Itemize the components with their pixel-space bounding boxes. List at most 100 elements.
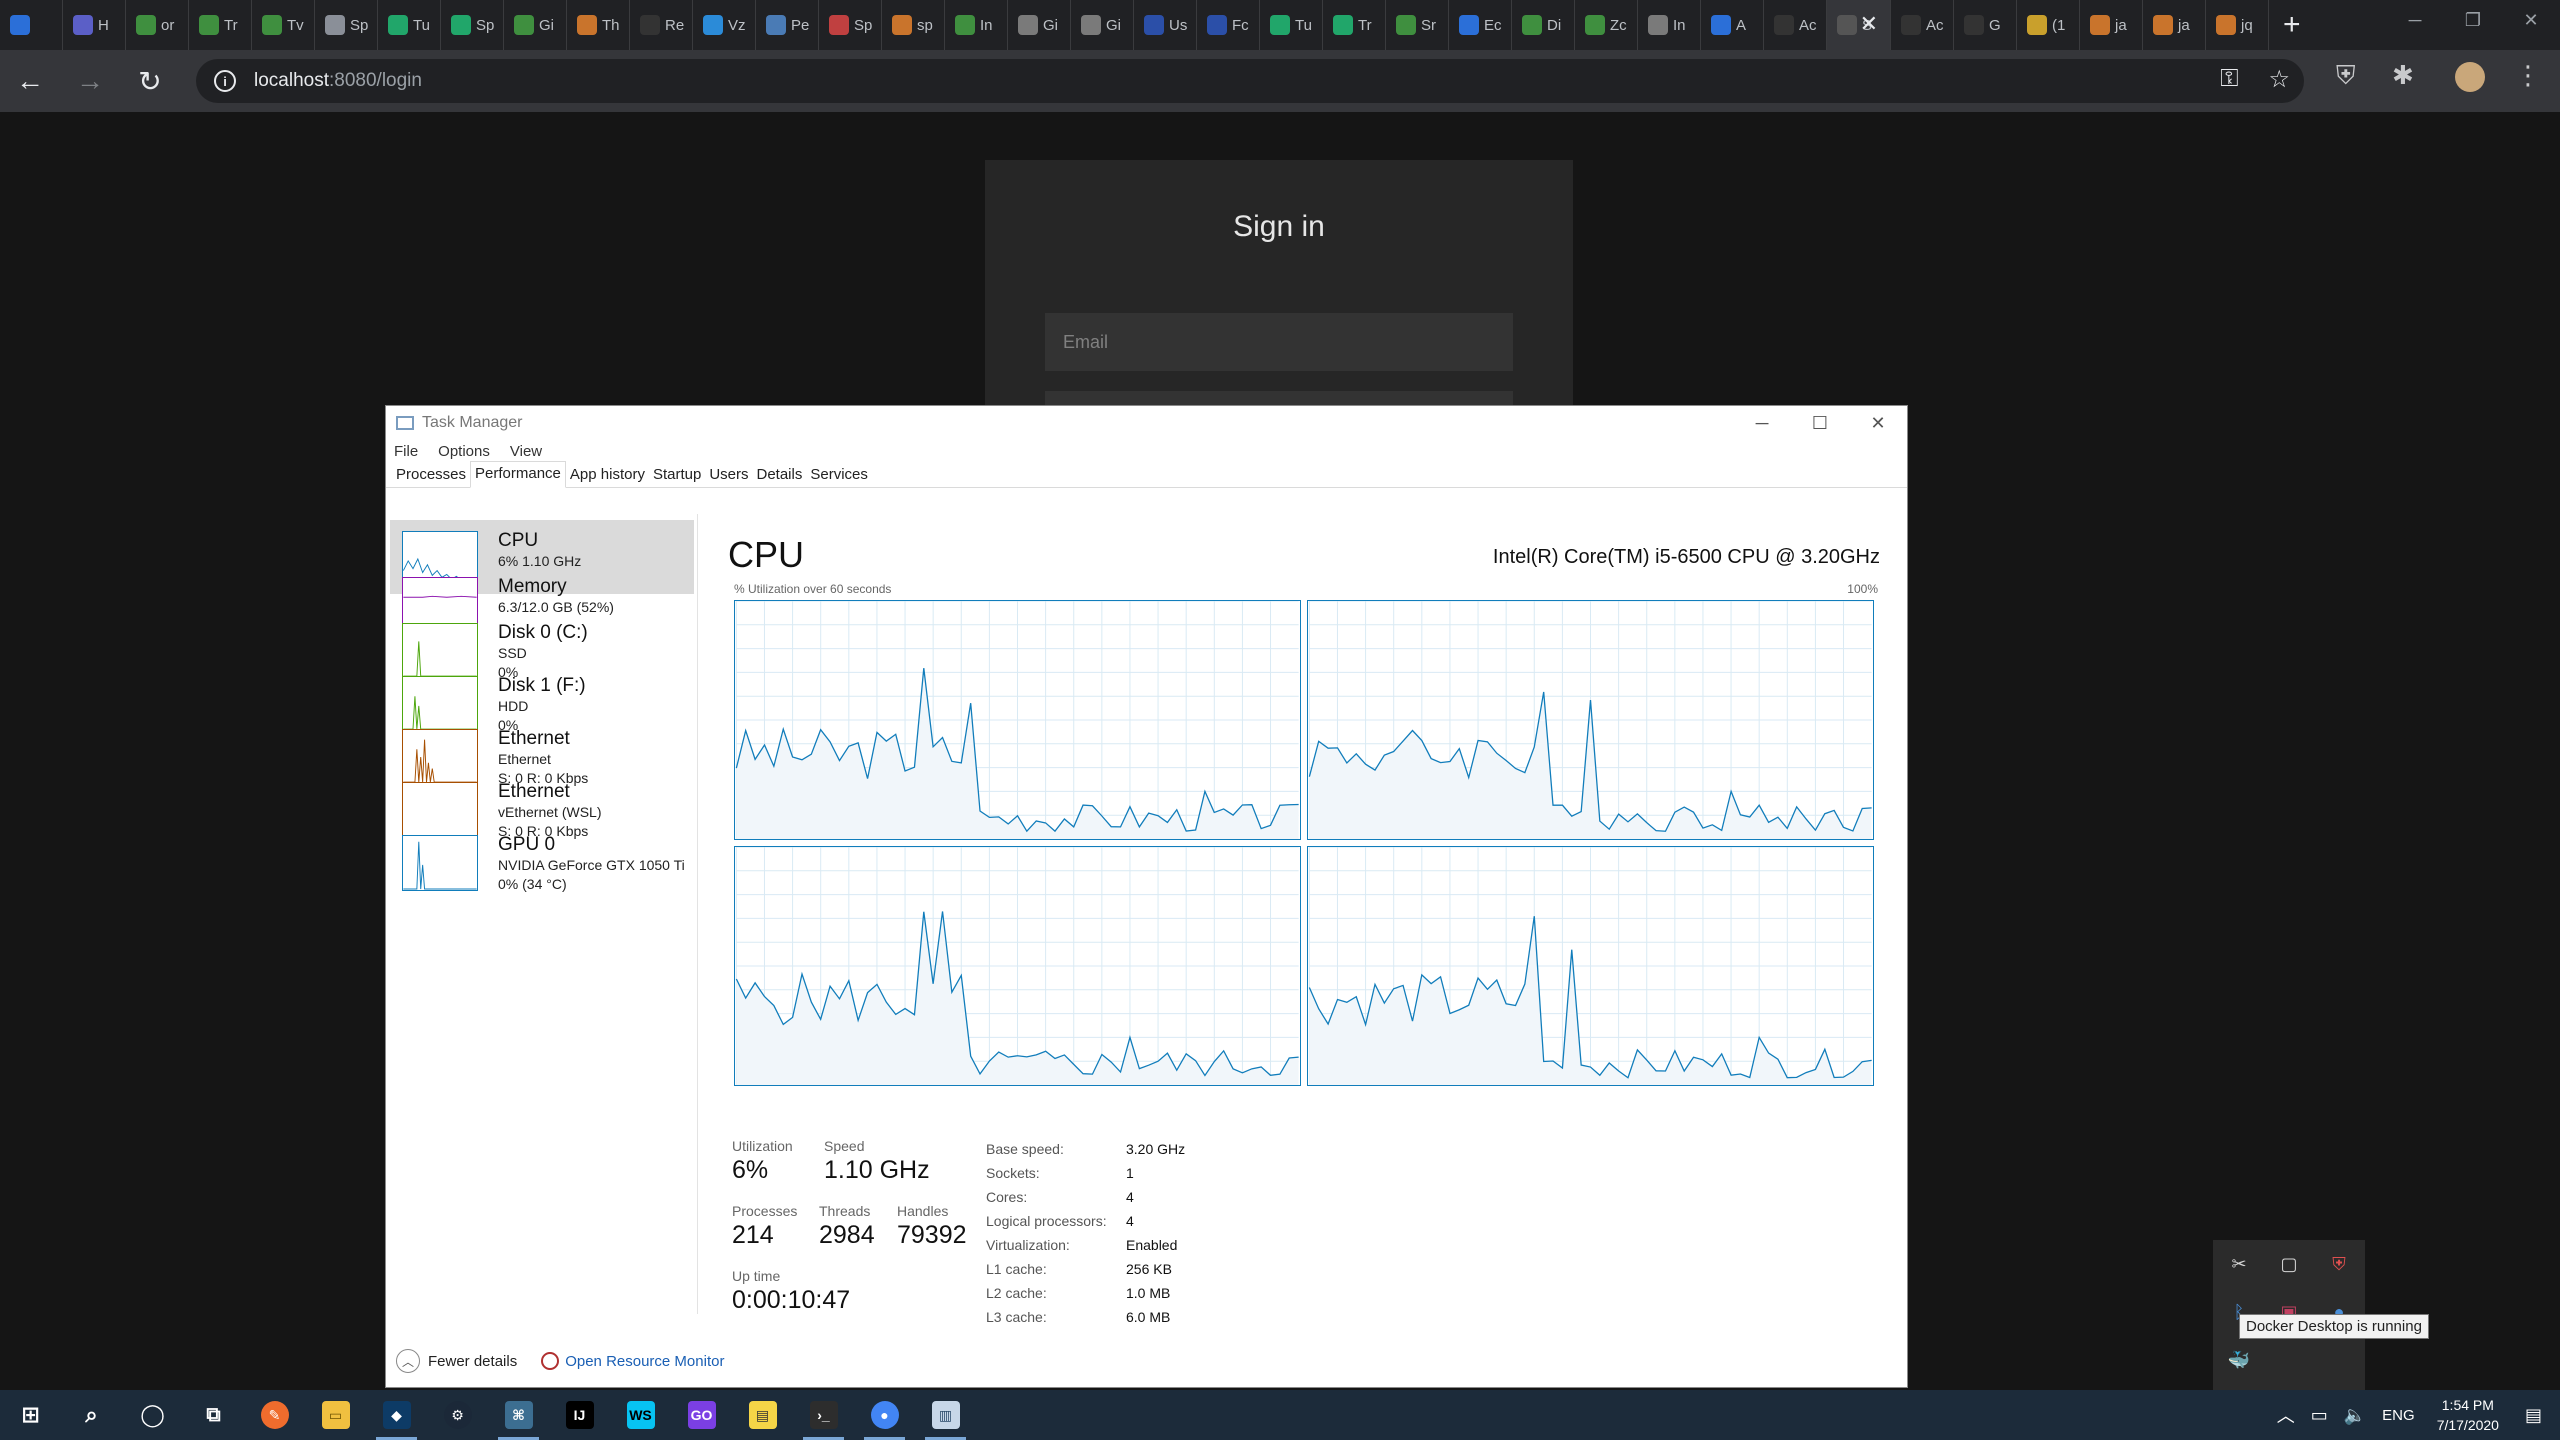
browser-tab[interactable]: Gi [1008, 0, 1071, 50]
forward-button[interactable]: → [60, 65, 120, 97]
minimize-icon[interactable]: ─ [2386, 0, 2444, 40]
browser-tab[interactable]: Th [567, 0, 630, 50]
browser-tab[interactable]: Zc [1575, 0, 1638, 50]
dbeaver-icon[interactable]: ⌘ [488, 1390, 549, 1440]
tm-menu-options[interactable]: Options [438, 443, 490, 460]
browser-tab[interactable]: In [1638, 0, 1701, 50]
email-field[interactable]: Email [1045, 313, 1513, 371]
terminal-icon[interactable]: ›_ [793, 1390, 854, 1440]
browser-tab[interactable]: Tr [1323, 0, 1386, 50]
browser-tab[interactable]: Sp [441, 0, 504, 50]
menu-kebab-icon[interactable]: ⋮ [2515, 60, 2541, 91]
clock[interactable]: 1:54 PM 7/17/2020 [2437, 1395, 2499, 1435]
browser-tab[interactable]: Tr [189, 0, 252, 50]
tab-favicon-icon [136, 15, 156, 35]
goland-icon[interactable]: GO [671, 1390, 732, 1440]
square-icon[interactable]: ▢ [2277, 1252, 2301, 1276]
site-info-icon[interactable]: i [214, 70, 236, 92]
profile-avatar[interactable] [2455, 62, 2485, 92]
browser-tab[interactable]: Sr [1386, 0, 1449, 50]
browser-tab[interactable]: S ✕ [1827, 0, 1891, 50]
chevron-up-tray-icon[interactable]: ︿ [2277, 1402, 2295, 1428]
browser-tab[interactable]: jq [2206, 0, 2269, 50]
tm-minimize-icon[interactable]: ─ [1733, 406, 1791, 440]
tab-services[interactable]: Services [806, 463, 872, 487]
browser-tab[interactable]: sp [882, 0, 945, 50]
back-button[interactable]: ← [0, 65, 60, 97]
snipping-icon[interactable]: ✂ [2227, 1252, 2251, 1276]
tab-app-history[interactable]: App history [566, 463, 649, 487]
browser-tab[interactable]: Fc [1197, 0, 1260, 50]
browser-tab[interactable]: Re [630, 0, 693, 50]
file-explorer-icon[interactable]: ▭ [305, 1390, 366, 1440]
sticky-notes-icon[interactable]: ▤ [732, 1390, 793, 1440]
cortana-icon[interactable]: ◯ [122, 1390, 183, 1440]
close-icon[interactable]: ✕ [2502, 0, 2560, 40]
chrome-icon[interactable]: ● [854, 1390, 915, 1440]
search-icon[interactable]: ⌕ [61, 1390, 122, 1440]
browser-tab[interactable]: or [126, 0, 189, 50]
visual-studio-icon[interactable]: ◆ [366, 1390, 427, 1440]
tm-menu-view[interactable]: View [510, 443, 542, 460]
new-tab-button[interactable]: + [2269, 0, 2301, 50]
fewer-details-link[interactable]: Fewer details [428, 1353, 517, 1370]
tab-users[interactable]: Users [705, 463, 752, 487]
browser-tab[interactable]: Us [1134, 0, 1197, 50]
tab-startup[interactable]: Startup [649, 463, 705, 487]
notifications-icon[interactable]: ▤ [2525, 1405, 2542, 1426]
browser-tab[interactable] [0, 0, 63, 50]
tm-menu-file[interactable]: File [394, 443, 418, 460]
reload-button[interactable]: ↻ [120, 65, 180, 98]
extensions-puzzle-icon[interactable]: ✱ [2392, 60, 2414, 91]
task-view-icon[interactable]: ⧉ [183, 1390, 244, 1440]
sidebar-item-gpu-0[interactable]: GPU 0 NVIDIA GeForce GTX 1050 Ti 0% (34 °C… [390, 824, 694, 898]
shield-extension-icon[interactable]: ⛨ [2336, 60, 2356, 92]
browser-tab[interactable]: ja [2143, 0, 2206, 50]
browser-tab[interactable]: Tu [1260, 0, 1323, 50]
tab-processes[interactable]: Processes [392, 463, 470, 487]
chevron-up-icon[interactable]: ︿ [396, 1349, 420, 1373]
url-text[interactable]: localhost:8080/login [254, 70, 422, 92]
task-manager-taskbar-icon[interactable]: ▥ [915, 1390, 976, 1440]
open-resource-monitor-link[interactable]: Open Resource Monitor [565, 1353, 724, 1370]
browser-tab[interactable]: H [63, 0, 126, 50]
browser-tab[interactable]: A [1701, 0, 1764, 50]
tab-favicon-icon [1522, 15, 1542, 35]
tm-close-icon[interactable]: ✕ [1849, 406, 1907, 440]
volume-icon[interactable]: 🔈 [2344, 1405, 2366, 1426]
docker-whale-icon[interactable]: 🐳 [2227, 1348, 2251, 1372]
browser-tab[interactable]: Gi [1071, 0, 1134, 50]
browser-tab[interactable]: Ac [1764, 0, 1827, 50]
postman-icon[interactable]: ✎ [244, 1390, 305, 1440]
browser-tab[interactable]: Sp [315, 0, 378, 50]
browser-tab[interactable]: In [945, 0, 1008, 50]
browser-tab[interactable]: Sp [819, 0, 882, 50]
security-shield-icon[interactable]: ⛨ [2327, 1252, 2351, 1276]
tab-close-icon[interactable]: ✕ [1860, 11, 1878, 37]
address-bar[interactable]: i localhost:8080/login ⚿ ☆ [196, 59, 2304, 103]
bookmark-star-icon[interactable]: ☆ [2268, 65, 2290, 94]
language-indicator[interactable]: ENG [2382, 1407, 2415, 1424]
tm-maximize-icon[interactable]: ☐ [1791, 406, 1849, 440]
network-icon[interactable]: ▭ [2311, 1405, 2328, 1426]
browser-tab[interactable]: G [1954, 0, 2017, 50]
browser-tab[interactable]: Di [1512, 0, 1575, 50]
browser-tab[interactable]: Gi [504, 0, 567, 50]
browser-tab[interactable]: Tu [378, 0, 441, 50]
tab-details[interactable]: Details [753, 463, 807, 487]
browser-tab[interactable]: ja [2080, 0, 2143, 50]
restore-icon[interactable]: ❐ [2444, 0, 2502, 40]
tab-title: Tr [224, 16, 238, 34]
browser-tab[interactable]: Ec [1449, 0, 1512, 50]
browser-tab[interactable]: Vz [693, 0, 756, 50]
browser-tab[interactable]: Pe [756, 0, 819, 50]
browser-tab[interactable]: Tv [252, 0, 315, 50]
key-icon[interactable]: ⚿ [2220, 65, 2238, 94]
intellij-icon[interactable]: IJ [549, 1390, 610, 1440]
browser-tab[interactable]: Ac [1891, 0, 1954, 50]
webstorm-icon[interactable]: WS [610, 1390, 671, 1440]
start-button[interactable]: ⊞ [0, 1390, 61, 1440]
tab-performance[interactable]: Performance [470, 461, 566, 488]
steam-icon[interactable]: ⚙ [427, 1390, 488, 1440]
browser-tab[interactable]: (1 [2017, 0, 2080, 50]
